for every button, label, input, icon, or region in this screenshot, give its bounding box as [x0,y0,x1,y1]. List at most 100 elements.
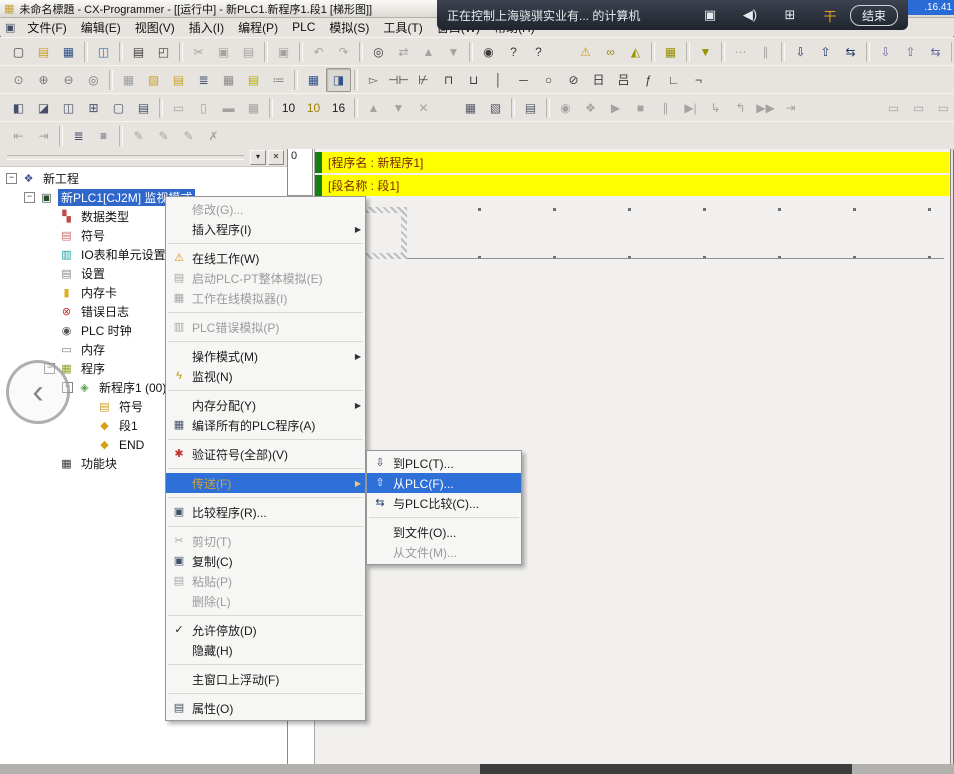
menu-item-operating-mode[interactable]: 操作模式(M) ▶ [166,346,365,366]
monitor-icon[interactable]: ∞ [598,40,623,64]
simulator-online-icon[interactable]: ◉ [553,96,578,120]
sim-step-in-icon[interactable]: ↳ [703,96,728,120]
redo-icon[interactable]: ↷ [331,40,356,64]
menu-item-validate-symbols[interactable]: ✱ 验证符号(全部)(V) [166,444,365,464]
menu-item-monitor[interactable]: ϟ 监视(N) [166,366,365,386]
cut-icon[interactable]: ✂ [186,40,211,64]
menu-item-memory-allocation[interactable]: 内存分配(Y) ▶ [166,395,365,415]
pause-monitor-icon[interactable]: ∥ [753,40,778,64]
symbol-list-icon[interactable]: ≣ [191,68,216,92]
mnemonic-view-icon[interactable]: ▦ [301,68,326,92]
new-closed-coil-icon[interactable]: ⊘ [561,68,586,92]
menu-item-start-plc-pt-simulation[interactable]: ▤ 启动PLC-PT整体模拟(E) [166,268,365,288]
menu-plc[interactable]: PLC [285,19,322,35]
compare-with-plc-icon[interactable]: ⇆ [838,40,863,64]
toggle-grid-icon[interactable]: ▦ [116,68,141,92]
menu-item-compile-all[interactable]: ▦ 编译所有的PLC程序(A) [166,415,365,435]
data-display-3-icon[interactable]: ▭ [931,96,954,120]
submenu-item-from-plc[interactable]: ⇧ 从PLC(F)... [367,473,521,493]
decimal-monitor-icon[interactable]: 10 [276,96,301,120]
force-off-icon[interactable]: ▼ [386,96,411,120]
monitor-window-2-icon[interactable]: ▯ [191,96,216,120]
fullscreen-icon[interactable]: ▣ [690,7,730,23]
quick-online-transfer-icon[interactable]: ▼ [693,40,718,64]
new-or-closed-contact-icon[interactable]: ⊔ [461,68,486,92]
submenu-item-compare-with-plc[interactable]: ⇆ 与PLC比较(C)... [367,493,521,513]
toggle-properties-icon[interactable]: ▤ [131,96,156,120]
menu-item-properties[interactable]: ▤ 属性(O) [166,698,365,718]
menu-item-hide[interactable]: 隐藏(H) [166,640,365,660]
sim-step-out-icon[interactable]: ↰ [728,96,753,120]
monitor-window-1-icon[interactable]: ▭ [166,96,191,120]
address-reference-tool-icon[interactable]: ◨ [326,68,351,92]
toggle-address-reference-icon[interactable]: ▢ [106,96,131,120]
help-icon[interactable]: ? [501,40,526,64]
transfer-monitor-settings-icon[interactable]: ▧ [483,96,508,120]
monitor-window-3-icon[interactable]: ▬ [216,96,241,120]
display-layout-icon[interactable]: ⊞ [770,7,810,23]
menu-item-plc-error-simulation[interactable]: ▥ PLC错误模拟(P) [166,317,365,337]
print-icon[interactable]: ▤ [126,40,151,64]
find-in-project-icon[interactable]: ◫ [91,40,116,64]
outdent-icon[interactable]: ⇤ [6,124,31,148]
tools-icon[interactable]: 干 [810,6,850,25]
new-fb-invocation-icon[interactable]: ƒ [636,68,661,92]
new-or-contact-icon[interactable]: ⊓ [436,68,461,92]
paste-program-icon[interactable]: ▣ [271,40,296,64]
tree-expander-icon[interactable] [24,192,35,203]
sim-scan-run-icon[interactable]: ⇥ [778,96,803,120]
partial-compare-icon[interactable]: ⇆ [923,40,948,64]
sim-pause-icon[interactable]: ∥ [653,96,678,120]
find-previous-icon[interactable]: ▲ [416,40,441,64]
undo-icon[interactable]: ↶ [306,40,331,64]
context-help-icon[interactable]: ? [526,40,551,64]
section-header-row[interactable]: [段名称 : 段1] [315,175,949,196]
sim-continuous-step-icon[interactable]: ▶▶ [753,96,778,120]
force-on-icon[interactable]: ▲ [361,96,386,120]
program-header-row[interactable]: [程序名 : 新程序1] [315,152,949,173]
partial-upload-icon[interactable]: ⇧ [898,40,923,64]
comment-list-icon[interactable]: ≡ [91,124,116,148]
new-horizontal-icon[interactable]: ─ [511,68,536,92]
print-preview-icon[interactable]: ◰ [151,40,176,64]
indent-icon[interactable]: ⇥ [31,124,56,148]
menu-item-cut[interactable]: ✂ 剪切(T) [166,531,365,551]
data-trace-icon[interactable]: ▦ [241,96,266,120]
open-file-icon[interactable]: ▤ [31,40,56,64]
new-closed-contact-icon[interactable]: ⊬ [411,68,436,92]
zoom-in-icon[interactable]: ⊕ [31,68,56,92]
save-file-icon[interactable]: ▦ [56,40,81,64]
toggle-project-window-icon[interactable]: ◧ [6,96,31,120]
panel-grip[interactable] [7,155,244,160]
data-display-2-icon[interactable]: ▭ [906,96,931,120]
sim-stop-icon[interactable]: ■ [628,96,653,120]
copy-icon[interactable]: ▣ [211,40,236,64]
download-to-plc-icon[interactable]: ⇩ [788,40,813,64]
new-multiple-instruction-icon[interactable]: 吕 [611,68,636,92]
menu-item-modify[interactable]: 修改(G)... [166,199,365,219]
sim-step-run-icon[interactable]: ▶| [678,96,703,120]
simulator-settings-icon[interactable]: ❖ [578,96,603,120]
sim-run-icon[interactable]: ▶ [603,96,628,120]
new-contact-icon[interactable]: ⊣⊢ [386,68,411,92]
force-cancel-icon[interactable]: ✕ [411,96,436,120]
submenu-item-from-file[interactable]: 从文件(M)... [367,542,521,562]
zoom-fit-icon[interactable]: ⊙ [6,68,31,92]
menu-tools[interactable]: 工具(T) [376,18,429,37]
monitor-options-icon[interactable]: ▤ [518,96,543,120]
menu-item-insert-program[interactable]: 插入程序(I) ▶ [166,219,365,239]
marker-pen-3-icon[interactable]: ✎ [176,124,201,148]
find-next-icon[interactable]: ▼ [441,40,466,64]
menu-program[interactable]: 编程(P) [231,18,285,37]
new-vertical-icon[interactable]: │ [486,68,511,92]
upload-from-plc-icon[interactable]: ⇧ [813,40,838,64]
speaker-icon[interactable]: ◀) [730,7,770,23]
toggle-cross-reference-icon[interactable]: ⊞ [81,96,106,120]
menu-file[interactable]: 文件(F) [20,18,73,37]
menu-item-delete[interactable]: 删除(L) [166,591,365,611]
menu-item-float-in-main-window[interactable]: 主窗口上浮动(F) [166,669,365,689]
menu-view[interactable]: 视图(V) [128,18,182,37]
replace-icon[interactable]: ⇄ [391,40,416,64]
zoom-out-icon[interactable]: ⊖ [56,68,81,92]
partial-download-icon[interactable]: ⇩ [873,40,898,64]
